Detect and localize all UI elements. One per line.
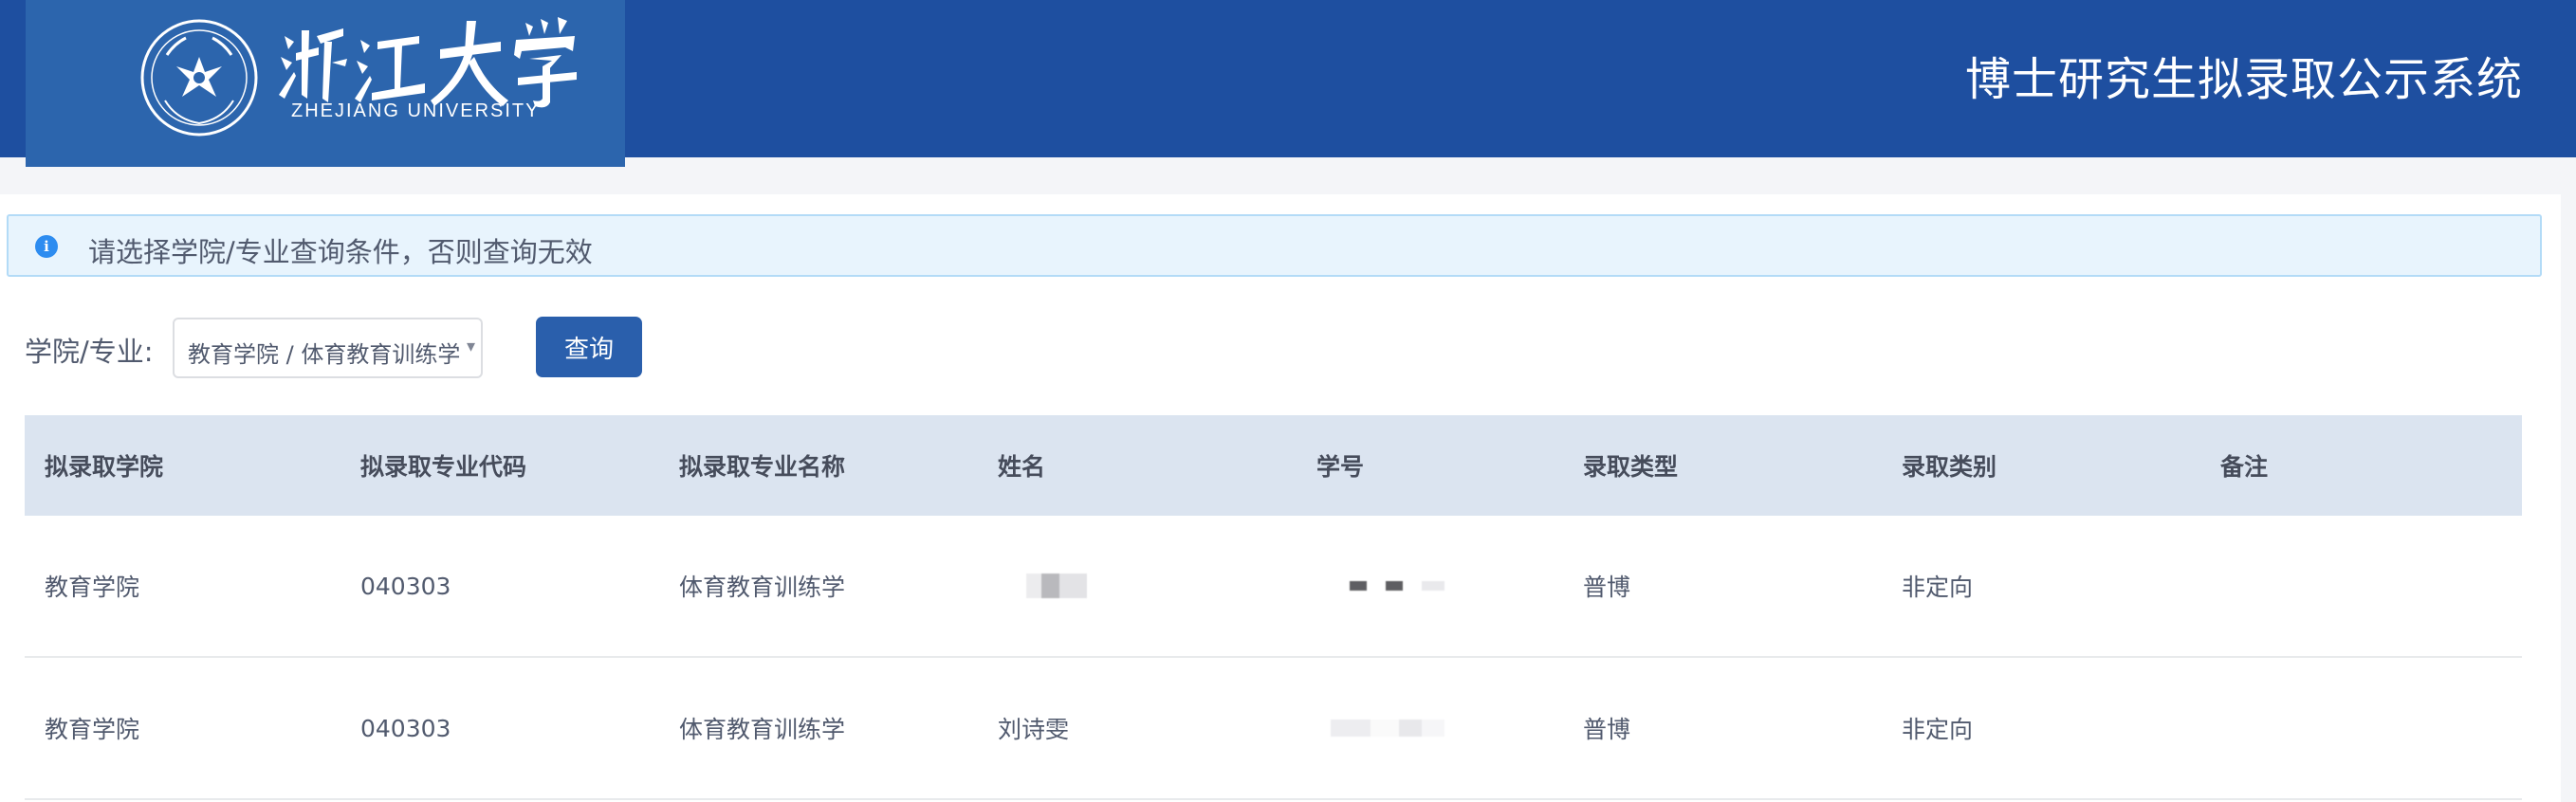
column-header-admission-type[interactable]: 录取类型 — [1583, 415, 1678, 516]
redacted-student-id — [1331, 720, 1444, 737]
main-panel: i 请选择学院/专业查询条件，否则查询无效 学院/专业: 教育学院 / 体育教育… — [0, 194, 2561, 802]
chevron-down-icon[interactable]: ▾ — [467, 337, 475, 356]
table-header: 拟录取学院 拟录取专业代码 拟录取专业名称 姓名 学号 录取类型 录取类别 备注 — [25, 415, 2522, 516]
cell-name-redacted — [998, 516, 1087, 656]
table-row[interactable]: 教育学院 040303 体育教育训练学 普博 非定向 — [25, 516, 2522, 658]
column-header-college[interactable]: 拟录取学院 — [45, 415, 163, 516]
cell-student-id-redacted — [1316, 658, 1444, 798]
column-header-note[interactable]: 备注 — [2220, 415, 2268, 516]
system-title: 博士研究生拟录取公示系统 — [1964, 53, 2523, 106]
cell-college: 教育学院 — [45, 574, 140, 601]
notice-text: 请选择学院/专业查询条件，否则查询无效 — [88, 236, 593, 268]
university-logo[interactable]: ZHEJIANG UNIVERSITY — [26, 0, 625, 167]
notice-alert: i 请选择学院/专业查询条件，否则查询无效 — [7, 214, 2542, 277]
select-value: 教育学院 / 体育教育训练学 — [188, 341, 461, 368]
cell-major-code: 040303 — [360, 572, 451, 600]
column-header-admission-category[interactable]: 录取类别 — [1902, 415, 1996, 516]
admission-table: 拟录取学院 拟录取专业代码 拟录取专业名称 姓名 学号 录取类型 录取类别 备注… — [25, 415, 2522, 800]
table-row[interactable]: 教育学院 040303 体育教育训练学 刘诗雯 普博 非定向 — [25, 658, 2522, 800]
cell-student-id-redacted — [1316, 516, 1444, 656]
college-major-select[interactable]: 教育学院 / 体育教育训练学 ▾ — [173, 318, 483, 378]
cell-major-code: 040303 — [360, 714, 451, 742]
university-emblem-icon — [140, 19, 258, 137]
column-header-major-code[interactable]: 拟录取专业代码 — [360, 415, 526, 516]
cell-college: 教育学院 — [45, 716, 140, 743]
university-name-en: ZHEJIANG UNIVERSITY — [291, 100, 541, 121]
cell-name: 刘诗雯 — [998, 716, 1070, 743]
filter-label: 学院/专业: — [25, 336, 154, 368]
column-header-major-name[interactable]: 拟录取专业名称 — [679, 415, 845, 516]
info-icon: i — [35, 235, 58, 258]
column-header-name[interactable]: 姓名 — [998, 415, 1045, 516]
cell-major-name: 体育教育训练学 — [679, 574, 846, 601]
column-header-student-id[interactable]: 学号 — [1316, 415, 1364, 516]
cell-admission-category: 非定向 — [1902, 716, 1974, 743]
redacted-student-id — [1350, 581, 1444, 591]
university-wordmark — [279, 17, 577, 108]
redacted-name — [1026, 574, 1087, 598]
page-header: ZHEJIANG UNIVERSITY 博士研究生拟录取公示系统 — [0, 0, 2576, 167]
query-button[interactable]: 查询 — [536, 317, 642, 377]
cell-admission-category: 非定向 — [1902, 574, 1974, 601]
cell-admission-type: 普博 — [1583, 716, 1631, 743]
cell-admission-type: 普博 — [1583, 574, 1631, 601]
cell-major-name: 体育教育训练学 — [679, 716, 846, 743]
